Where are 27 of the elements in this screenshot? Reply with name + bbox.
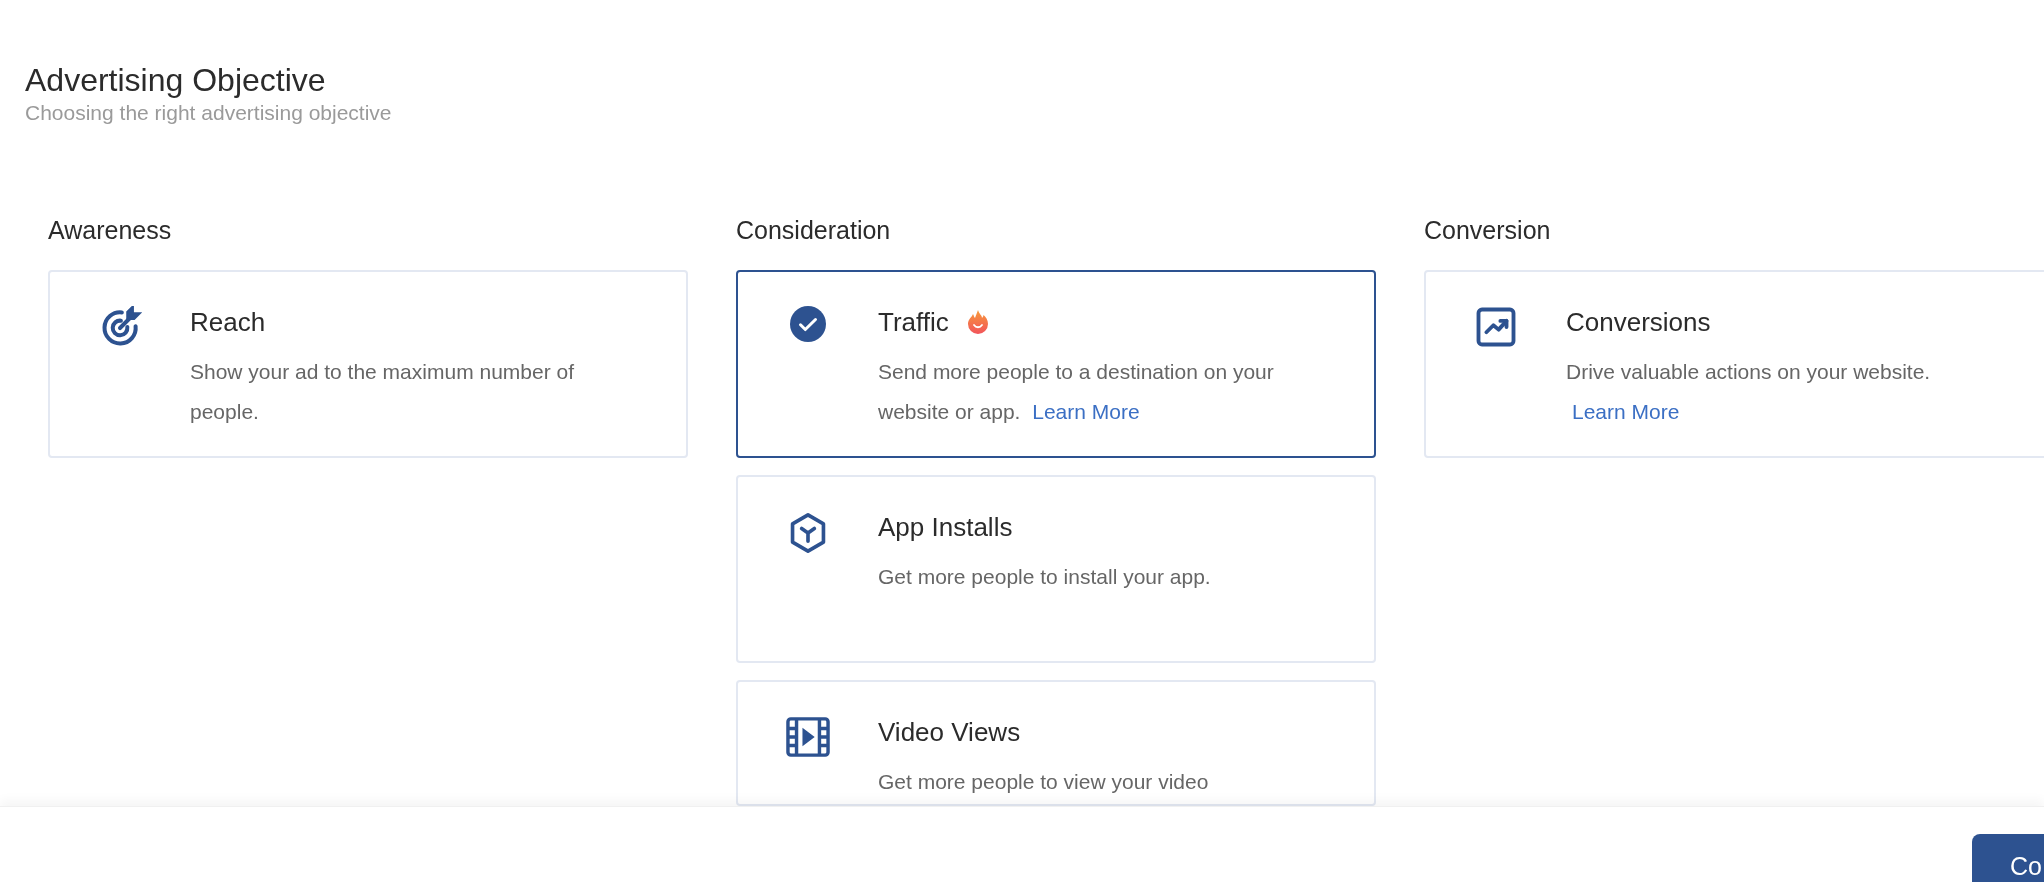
page-title: Advertising Objective xyxy=(25,61,327,100)
flame-icon xyxy=(966,309,989,335)
objective-title: Reach xyxy=(190,305,266,339)
cube-icon xyxy=(788,511,828,555)
objective-title: Video Views xyxy=(878,715,1021,749)
objective-description: Get more people to view your video xyxy=(878,769,1210,795)
learn-more-link[interactable]: Learn More xyxy=(1032,400,1140,423)
film-play-icon xyxy=(785,716,831,758)
objective-card[interactable]: Traffic Send more people to a destination on your website or app. Learn More xyxy=(736,270,1376,458)
objective-card[interactable]: Conversions Drive valuable actions on your website. Learn More xyxy=(1424,270,2044,458)
trend-chart-icon xyxy=(1475,306,1517,348)
objective-card[interactable]: App Installs Get more people to install your app. xyxy=(736,475,1376,663)
column-heading: Awareness xyxy=(48,215,173,246)
page-subtitle: Choosing the right advertising objective xyxy=(25,100,393,126)
column-heading: Conversion xyxy=(1424,215,1552,246)
objective-description: Drive valuable actions on your website. Learn More xyxy=(1566,359,1932,425)
objective-description: Show your ad to the maximum number of people. xyxy=(190,359,575,425)
column-heading: Consideration xyxy=(736,215,892,246)
objective-description: Send more people to a destination on your website or app. Learn More xyxy=(878,359,1275,425)
objective-card[interactable]: Reach Show your ad to the maximum number of people. xyxy=(48,270,688,458)
objective-title: App Installs xyxy=(878,510,1013,544)
continue-button[interactable]: Co xyxy=(1972,834,2044,882)
learn-more-link[interactable]: Learn More xyxy=(1572,400,1680,423)
objective-card[interactable]: Video Views Get more people to view your video xyxy=(736,680,1376,806)
objective-title: Traffic xyxy=(878,305,949,339)
objective-title: Conversions xyxy=(1566,305,1711,339)
objective-description: Get more people to install your app. xyxy=(878,564,1212,590)
